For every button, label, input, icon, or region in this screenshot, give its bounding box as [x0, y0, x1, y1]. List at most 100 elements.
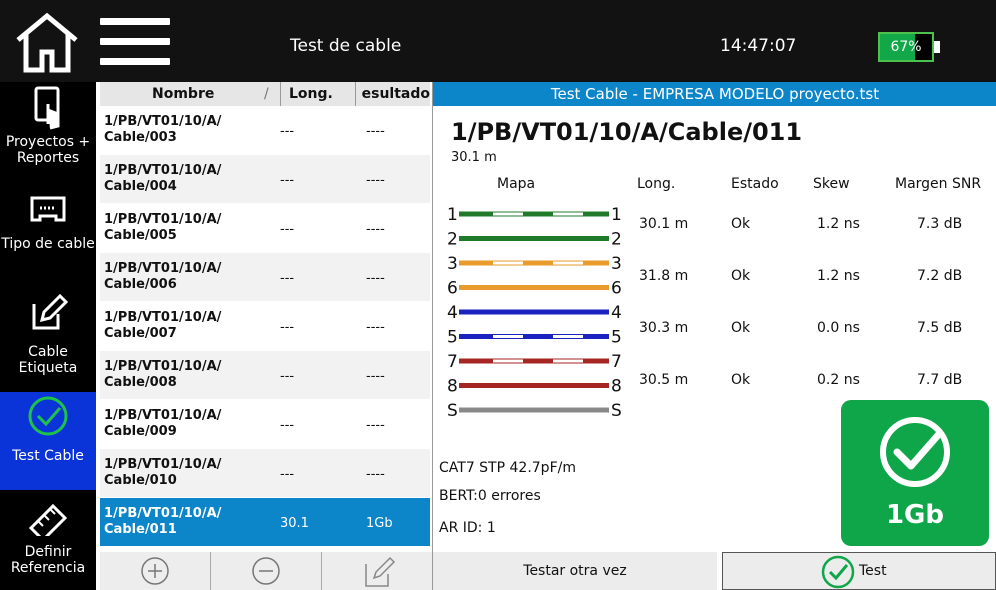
wire-2: 22: [447, 230, 622, 250]
detail-header: Test Cable - EMPRESA MODELO proyecto.tst: [433, 82, 996, 106]
list-header: Nombre / Long. Resultado: [100, 82, 430, 106]
menu-icon[interactable]: [100, 12, 170, 72]
pair-snr: 7.2 dB: [917, 268, 963, 284]
column-header-length-cell[interactable]: Long.: [280, 82, 356, 106]
row-name: 1/PB/VT01/10/A/ Cable/010: [104, 457, 222, 488]
edit-button[interactable]: [322, 552, 432, 590]
table-row[interactable]: 1/PB/VT01/10/A/ Cable/007 --- ----: [100, 302, 430, 350]
wire-8: 88: [447, 377, 622, 397]
table-row[interactable]: 1/PB/VT01/10/A/ Cable/006 --- ----: [100, 253, 430, 301]
pair-skew: 1.2 ns: [817, 268, 860, 284]
row-result: ----: [366, 173, 385, 188]
wire-pin-right: 7: [611, 352, 622, 372]
battery-terminal: [934, 41, 940, 53]
cable-list: Nombre / Long. Resultado 1/PB/VT01/10/A/…: [100, 82, 430, 552]
pair-length: 30.5 m: [639, 372, 689, 388]
wire-4: 44: [447, 303, 622, 323]
table-row[interactable]: 1/PB/VT01/10/A/ Cable/004 --- ----: [100, 155, 430, 203]
list-toolbar: [100, 552, 432, 590]
row-result: ----: [366, 369, 385, 384]
row-length: ---: [280, 222, 295, 237]
column-header-status: Estado: [731, 176, 779, 192]
sidebar-item-projects[interactable]: Proyectos + Reportes: [0, 82, 96, 186]
pair-snr: 7.5 dB: [917, 320, 963, 336]
pair-snr: 7.7 dB: [917, 372, 963, 388]
row-result: ----: [366, 320, 385, 335]
wire-pin-right: 4: [611, 303, 622, 323]
sidebar-item-define-reference[interactable]: Definir Referencia: [0, 494, 96, 590]
sidebar-item-cable-type[interactable]: Tipo de cable: [0, 188, 96, 284]
test-button[interactable]: Test: [722, 552, 996, 590]
row-result: ----: [366, 222, 385, 237]
add-button[interactable]: [100, 552, 211, 590]
pair-status: Ok: [731, 268, 751, 284]
sidebar-item-test-cable[interactable]: Test Cable: [0, 392, 96, 490]
cable-name: 1/PB/VT01/10/A/Cable/011: [451, 118, 803, 146]
clock: 14:47:07: [720, 36, 797, 56]
wire-pin-left: 7: [447, 352, 458, 372]
test-detail-panel: Test Cable - EMPRESA MODELO proyecto.tst…: [432, 82, 996, 552]
column-header-result[interactable]: Resultado: [362, 86, 430, 102]
wire-pin-right: 6: [611, 279, 622, 299]
column-header-name[interactable]: Nombre: [152, 86, 214, 102]
cable-length: 30.1 m: [451, 150, 497, 165]
wire-pin-left: S: [447, 401, 458, 421]
row-name: 1/PB/VT01/10/A/ Cable/007: [104, 310, 222, 341]
edit-icon: [365, 556, 396, 587]
remove-button[interactable]: [211, 552, 322, 590]
row-name: 1/PB/VT01/10/A/ Cable/008: [104, 359, 222, 390]
row-length: 30.1: [280, 516, 309, 531]
sidebar: Proyectos + Reportes Tipo de cable Cable…: [0, 82, 96, 590]
pair-skew: 1.2 ns: [817, 216, 860, 232]
column-header-length: Long.: [637, 176, 676, 192]
wire-pin-left: 2: [447, 230, 458, 250]
row-length: ---: [280, 467, 295, 482]
pair-status: Ok: [731, 372, 751, 388]
check-circle-icon: [880, 417, 950, 487]
table-row[interactable]: 1/PB/VT01/10/A/ Cable/008 --- ----: [100, 351, 430, 399]
table-row[interactable]: 1/PB/VT01/10/A/ Cable/009 --- ----: [100, 400, 430, 448]
pair-length: 31.8 m: [639, 268, 689, 284]
row-length: ---: [280, 418, 295, 433]
wire-pin-right: 1: [611, 205, 622, 225]
table-row[interactable]: 1/PB/VT01/10/A/ Cable/010 --- ----: [100, 449, 430, 497]
battery-percent: 67%: [890, 39, 922, 55]
sidebar-item-label: Test Cable: [12, 448, 84, 464]
column-header-length: Long.: [289, 86, 333, 102]
test-button-label: Test: [859, 563, 887, 579]
home-icon[interactable]: [12, 10, 82, 74]
ar-id-info: AR ID: 1: [439, 520, 496, 536]
wire-pin-left: 6: [447, 279, 458, 299]
row-length: ---: [280, 173, 295, 188]
column-divider: /: [264, 86, 269, 102]
table-row[interactable]: 1/PB/VT01/10/A/ Cable/003 --- ----: [100, 106, 430, 154]
row-result: ----: [366, 467, 385, 482]
wire-pin-left: 5: [447, 328, 458, 348]
wire-pin-right: 2: [611, 230, 622, 250]
sidebar-item-cable-label[interactable]: Cable Etiqueta: [0, 290, 96, 386]
pair-skew: 0.2 ns: [817, 372, 860, 388]
row-result: 1Gb: [366, 516, 393, 531]
row-name: 1/PB/VT01/10/A/ Cable/003: [104, 114, 222, 145]
wire-pin-left: 1: [447, 205, 458, 225]
row-name: 1/PB/VT01/10/A/ Cable/006: [104, 261, 222, 292]
wire-pin-right: S: [611, 401, 622, 421]
row-name: 1/PB/VT01/10/A/ Cable/011: [104, 506, 222, 537]
app-window: Test de cable 14:47:07 67% Proyectos + R…: [0, 0, 996, 590]
row-length: ---: [280, 369, 295, 384]
pair-snr: 7.3 dB: [917, 216, 963, 232]
pair-status: Ok: [731, 216, 751, 232]
row-length: ---: [280, 320, 295, 335]
wire-S: SS: [447, 401, 622, 421]
retest-button[interactable]: Testar otra vez: [432, 552, 717, 590]
wire-pin-left: 8: [447, 377, 458, 397]
minus-circle-icon: [252, 557, 280, 585]
wire-1: 11: [447, 205, 622, 225]
pair-length: 30.3 m: [639, 320, 689, 336]
table-row[interactable]: 1/PB/VT01/10/A/ Cable/011 30.1 1Gb: [100, 498, 430, 546]
wire-7: 77: [447, 352, 622, 372]
row-name: 1/PB/VT01/10/A/ Cable/004: [104, 163, 222, 194]
table-row[interactable]: 1/PB/VT01/10/A/ Cable/005 --- ----: [100, 204, 430, 252]
wire-pin-right: 8: [611, 377, 622, 397]
sidebar-item-label: Cable Etiqueta: [18, 344, 78, 376]
